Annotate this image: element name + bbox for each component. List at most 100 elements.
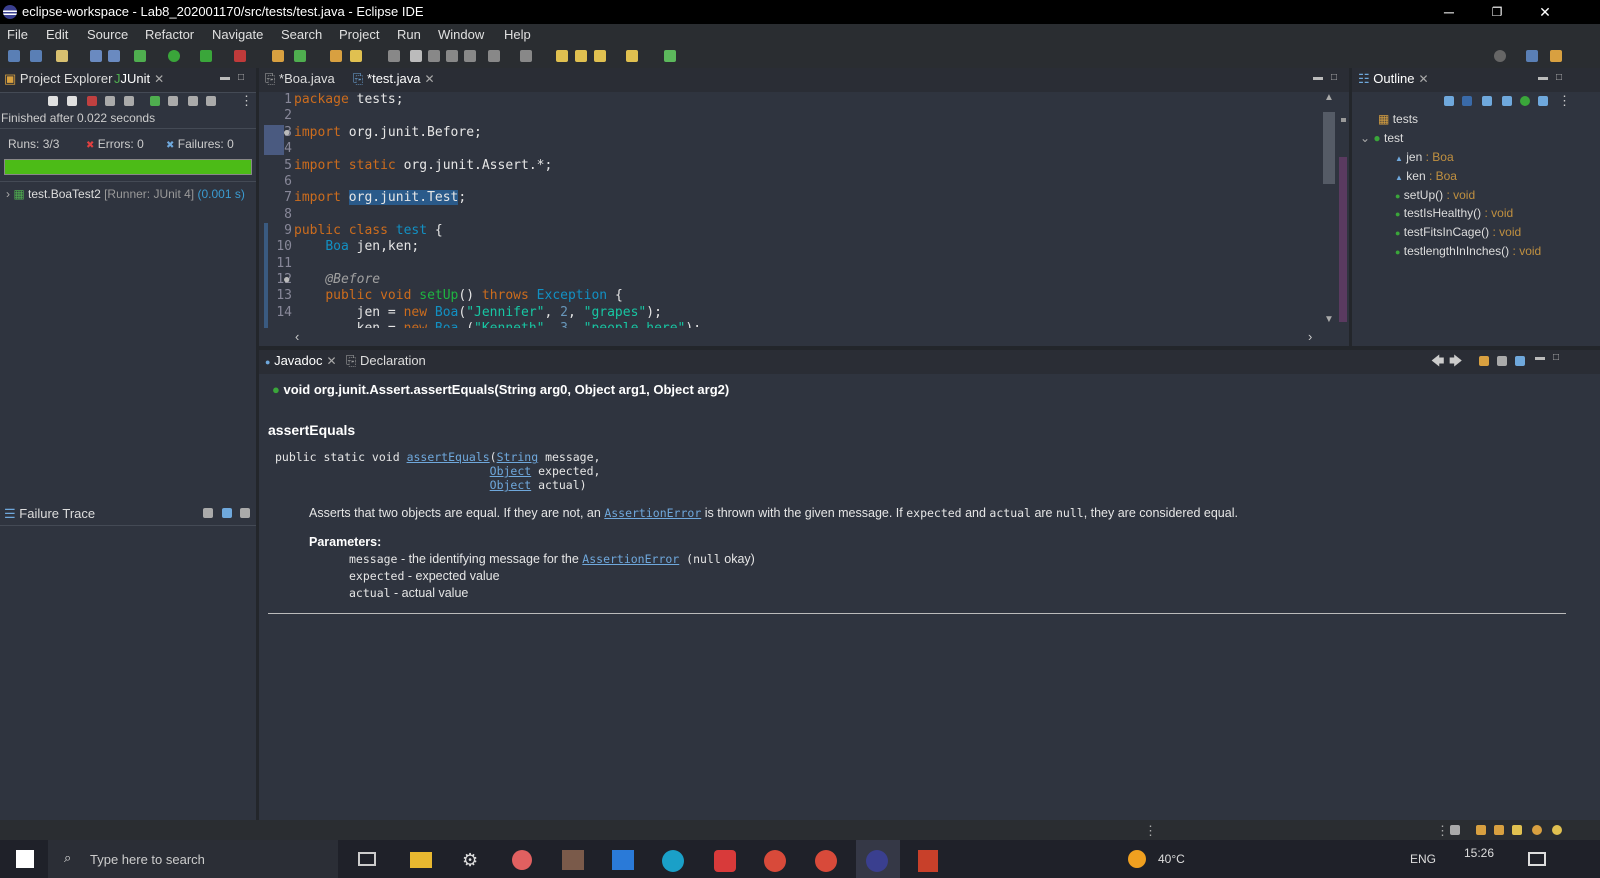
edit-status-icon[interactable] [1512,825,1522,835]
file-explorer-icon[interactable] [410,852,432,868]
test-tree-item[interactable]: › ▦ test.BoaTest2 [Runner: JUnit 4] (0.0… [6,187,245,201]
hide-local-types-icon[interactable] [1538,96,1548,106]
whitespace-icon[interactable] [446,50,458,62]
external-tools-icon[interactable] [234,50,246,62]
scroll-right-icon[interactable]: › [1308,329,1312,344]
hide-static-icon[interactable] [1502,96,1512,106]
forward-edit-icon[interactable] [575,50,587,62]
edge-icon[interactable] [662,850,684,872]
toggle-mark-icon[interactable] [388,50,400,62]
minimize-icon[interactable]: ▬ [220,72,230,83]
status-grip-icon[interactable]: ⋮ [1436,823,1449,839]
maximize-icon[interactable]: □ [1553,352,1559,363]
tab-project-explorer[interactable]: ▣ Project Explorer [4,71,112,92]
scrollbar-thumb[interactable] [1323,112,1335,184]
menu-edit[interactable]: Edit [46,27,68,42]
pilcrow-icon[interactable] [464,50,476,62]
back-icon[interactable]: 🡄 [1431,352,1444,374]
close-icon[interactable]: ✕ [154,72,164,86]
tab-junit[interactable]: JJUnit ✕ [114,71,164,92]
pin-icon[interactable] [664,50,676,62]
outline-member[interactable]: ● testFitsInCage() : void [1395,225,1521,239]
last-edit-icon[interactable] [556,50,568,62]
save-icon[interactable] [90,50,102,62]
task-view-icon[interactable] [358,852,376,866]
tab-declaration[interactable]: ⎘ Declaration [346,353,426,374]
close-button[interactable]: ✕ [1521,0,1569,24]
decl-type-link[interactable]: Object [490,464,532,478]
debug-icon[interactable] [134,50,146,62]
sort-icon[interactable] [1462,96,1472,106]
java-perspective-icon[interactable] [1550,50,1562,62]
decl-type-link[interactable]: Object [490,478,532,492]
new-package-icon[interactable] [294,50,306,62]
open-attached-icon[interactable] [1479,356,1489,366]
tab-test-java[interactable]: ⎘ *test.java ✕ [353,71,435,92]
tab-boa-java[interactable]: ⎘ *Boa.java [265,71,335,92]
open-type-icon[interactable] [330,50,342,62]
outline-package[interactable]: ▦ tests [1378,112,1418,126]
vertical-scrollbar[interactable]: ▲ ▼ [1320,92,1338,328]
copy-trace-icon[interactable] [203,508,213,518]
menu-file[interactable]: File [7,27,28,42]
coverage-icon[interactable] [200,50,212,62]
scroll-left-icon[interactable]: ‹ [295,329,299,344]
minimize-icon[interactable]: ▬ [1538,72,1548,83]
menu-search[interactable]: Search [281,27,322,42]
open-input-icon[interactable] [1497,356,1507,366]
stop-icon[interactable] [168,96,178,106]
next-annotation-icon[interactable] [488,50,500,62]
edit-icon[interactable] [410,50,422,62]
chrome-profile-icon[interactable] [815,850,837,872]
outline-member[interactable]: ● testIsHealthy() : void [1395,206,1513,220]
maximize-icon[interactable]: □ [1556,72,1562,83]
fold-icon[interactable]: ● [284,275,289,285]
open-icon[interactable] [30,50,42,62]
vscode-icon[interactable] [612,850,634,870]
scroll-lock-icon[interactable] [105,96,115,106]
decl-type-link[interactable]: String [497,450,539,464]
minimize-button[interactable]: ─ [1425,0,1473,24]
assertion-error-link[interactable]: AssertionError [604,506,701,520]
chrome-icon[interactable] [764,850,786,872]
chevron-right-icon[interactable]: › [6,187,10,201]
close-icon[interactable]: ✕ [1418,72,1428,86]
tip-icon[interactable] [1552,825,1562,835]
app-icon[interactable] [562,850,584,870]
show-failures-icon[interactable] [87,96,97,106]
notification-center-icon[interactable] [1528,852,1546,866]
hide-nonpublic-icon[interactable] [1520,96,1530,106]
settings-gear-icon[interactable]: ⚙ [462,850,478,871]
notification-icon[interactable] [1532,825,1542,835]
scroll-up-icon[interactable]: ▲ [1324,92,1334,103]
prev-failure-icon[interactable] [67,96,77,106]
search-tool-icon[interactable] [350,50,362,62]
next-failure-icon[interactable] [48,96,58,106]
close-icon[interactable]: ✕ [425,72,435,86]
paint-app-icon[interactable] [512,850,532,870]
rerun-failed-icon[interactable] [150,96,160,106]
tab-outline[interactable]: ☷ Outline ✕ [1358,71,1429,92]
rerun-icon[interactable] [124,96,134,106]
outline-member[interactable]: ▲ jen : Boa [1395,150,1454,164]
run-icon[interactable] [168,50,180,62]
block-select-icon[interactable] [428,50,440,62]
forward-icon[interactable] [626,50,638,62]
sync-icon[interactable] [1450,825,1460,835]
windows-start-icon[interactable] [16,850,34,868]
eclipse-icon[interactable] [866,850,888,872]
filter-trace-icon[interactable] [222,508,232,518]
decl-method-link[interactable]: assertEquals [407,450,490,464]
menu-window[interactable]: Window [438,27,484,42]
menu-help[interactable]: Help [504,27,531,42]
collapse-all-icon[interactable] [1444,96,1454,106]
minimize-icon[interactable]: ▬ [1313,72,1323,83]
outline-member[interactable]: ● setUp() : void [1395,188,1475,202]
new-java-project-icon[interactable] [272,50,284,62]
back-icon[interactable] [594,50,606,62]
search-icon[interactable] [1494,50,1506,62]
new-folder-icon[interactable] [56,50,68,62]
scroll-down-icon[interactable]: ▼ [1324,314,1334,325]
maximize-icon[interactable]: □ [238,72,244,83]
hide-fields-icon[interactable] [1482,96,1492,106]
